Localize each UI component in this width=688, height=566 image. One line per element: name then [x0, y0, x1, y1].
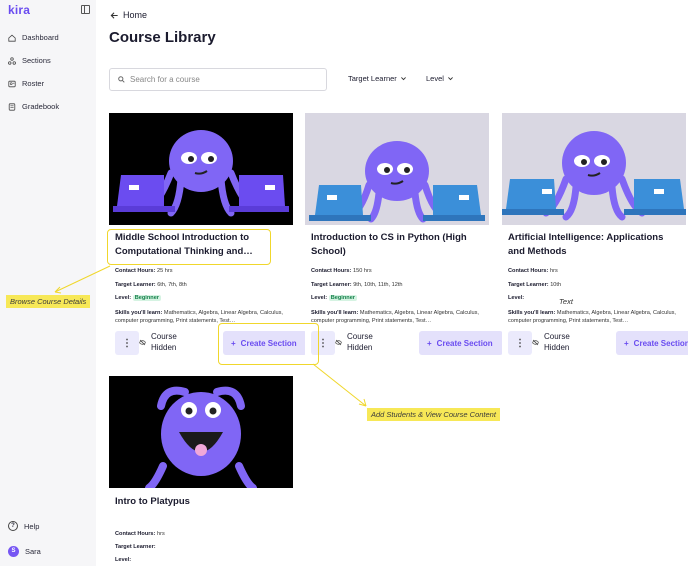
- chevron-down-icon: [448, 77, 453, 81]
- target-learner: Target Learner:: [115, 544, 156, 550]
- sidebar-item-label: Gradebook: [22, 102, 60, 111]
- sidebar-item-label: Dashboard: [22, 33, 59, 42]
- octopus-illustration: [145, 386, 257, 488]
- octopus-laptop-illustration: [502, 131, 686, 221]
- home-icon: [8, 34, 16, 42]
- course-title[interactable]: Intro to Platypus: [115, 495, 287, 509]
- search-bar[interactable]: [109, 68, 327, 91]
- contact-hours: Contact Hours: hrs: [115, 531, 165, 537]
- skills: Skills you'll learn: Mathematics, Algebr…: [311, 310, 479, 324]
- target-learner: Target Learner: 6th, 7th, 8th: [115, 282, 187, 288]
- help-icon: ?: [8, 521, 18, 531]
- sidebar-item-sections[interactable]: Sections: [8, 56, 51, 65]
- more-options-button[interactable]: ⋮: [508, 331, 532, 355]
- course-hidden-status: Course Hidden: [139, 331, 185, 353]
- sidebar-item-label: Sections: [22, 56, 51, 65]
- octopus-laptop-illustration: [113, 130, 289, 217]
- course-title[interactable]: Introduction to CS in Python (High Schoo…: [311, 231, 483, 259]
- search-icon: [118, 76, 125, 83]
- annotation-browse-course-details: Browse Course Details: [6, 295, 91, 308]
- search-input[interactable]: [130, 75, 310, 84]
- roster-icon: [8, 80, 16, 87]
- target-learner: Target Learner: 10th: [508, 282, 562, 288]
- create-section-button[interactable]: + Create Section: [419, 331, 503, 355]
- filter-level[interactable]: Level: [426, 74, 454, 83]
- course-card[interactable]: Artificial Intelligence: Applications an…: [502, 113, 688, 363]
- eye-off-icon: [335, 339, 342, 345]
- back-label: Home: [123, 10, 148, 20]
- help-link[interactable]: ? Help: [8, 521, 39, 531]
- sidebar-item-gradebook[interactable]: Gradebook: [8, 102, 59, 111]
- course-thumbnail: [109, 113, 293, 225]
- course-thumbnail: [109, 376, 293, 488]
- floating-text-label: Text: [559, 297, 573, 306]
- plus-icon: +: [624, 338, 629, 348]
- page-title: Course Library: [109, 29, 216, 46]
- create-section-highlight: [218, 323, 319, 365]
- gradebook-icon: [8, 102, 16, 111]
- back-home-link[interactable]: Home: [110, 10, 147, 20]
- level: Level: Beginner: [115, 295, 161, 301]
- contact-hours: Contact Hours: 150 hrs: [311, 268, 372, 274]
- course-title-highlight: [107, 229, 271, 265]
- help-label: Help: [24, 521, 40, 531]
- octopus-laptop-illustration: [309, 141, 485, 223]
- course-hidden-status: Course Hidden: [532, 331, 578, 353]
- level: Level:: [508, 295, 525, 301]
- sections-icon: [8, 56, 16, 65]
- user-menu[interactable]: S Sara: [8, 546, 41, 557]
- course-title[interactable]: Artificial Intelligence: Applications an…: [508, 231, 680, 259]
- avatar: S: [8, 546, 19, 557]
- sidebar-item-roster[interactable]: Roster: [8, 79, 44, 88]
- course-card[interactable]: Introduction to CS in Python (High Schoo…: [305, 113, 503, 363]
- level-badge: Beginner: [328, 295, 357, 301]
- level: Level: Beginner: [311, 295, 357, 301]
- level: Level:: [115, 557, 132, 563]
- user-name: Sara: [25, 547, 41, 556]
- course-card[interactable]: Intro to Platypus Contact Hours: hrs Tar…: [109, 376, 293, 566]
- annotation-add-students: Add Students & View Course Content: [367, 408, 500, 421]
- contact-hours: Contact Hours: 25 hrs: [115, 268, 173, 274]
- eye-off-icon: [532, 339, 539, 345]
- kira-logo[interactable]: kira: [8, 3, 30, 17]
- level-badge: Beginner: [132, 295, 161, 301]
- filter-label: Target Learner: [348, 74, 397, 83]
- filter-target-learner[interactable]: Target Learner: [348, 74, 407, 83]
- more-options-button[interactable]: ⋮: [115, 331, 139, 355]
- target-learner: Target Learner: 9th, 10th, 11th, 12th: [311, 282, 403, 288]
- skills: Skills you'll learn: Mathematics, Algebr…: [508, 310, 676, 324]
- course-hidden-status: Course Hidden: [335, 331, 381, 353]
- chevron-down-icon: [400, 77, 406, 81]
- collapse-sidebar-icon[interactable]: [81, 5, 90, 14]
- create-section-button[interactable]: + Create Section: [616, 331, 688, 355]
- sidebar-item-dashboard[interactable]: Dashboard: [8, 33, 59, 42]
- eye-off-icon: [139, 339, 146, 345]
- sidebar-item-label: Roster: [22, 79, 45, 88]
- plus-icon: +: [427, 338, 432, 348]
- arrow-left-icon: [110, 11, 118, 19]
- course-thumbnail: [502, 113, 686, 225]
- course-thumbnail: [305, 113, 489, 225]
- sidebar: kira Dashboard Sections Roster Gradebook…: [0, 0, 96, 566]
- filter-label: Level: [426, 74, 444, 83]
- contact-hours: Contact Hours: hrs: [508, 268, 558, 274]
